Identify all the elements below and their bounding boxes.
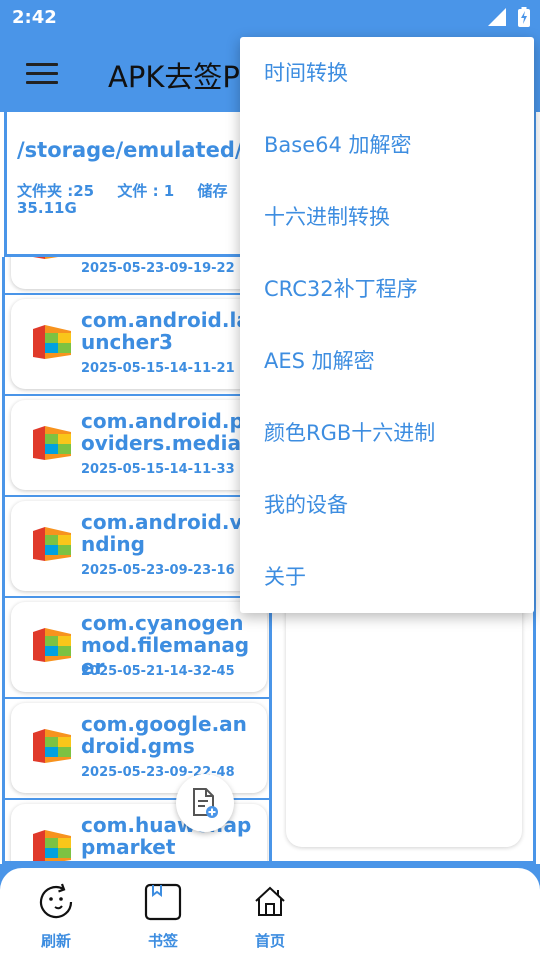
file-counts: 文件夹 :25 文件 : 1 储存: [17, 180, 249, 201]
signal-icon: [488, 8, 506, 26]
file-date: 2025-05-23-09-22-48: [81, 765, 235, 780]
file-date: 2025-05-15-14-11-33: [81, 462, 235, 477]
list-item[interactable]: com.android.launcher3 2025-05-15-14-11-2…: [11, 299, 267, 389]
home-icon: [255, 886, 285, 916]
menu-item-aes[interactable]: AES 加解密: [240, 325, 534, 397]
folder-icon: [33, 426, 71, 460]
list-divider: [5, 293, 269, 295]
file-name: com.android.providers.media: [81, 409, 254, 455]
nav-bookmark[interactable]: 书签: [128, 882, 198, 952]
nav-bookmark-label: 书签: [147, 932, 178, 950]
menu-item-hex-convert[interactable]: 十六进制转换: [240, 181, 534, 253]
file-list[interactable]: 2025-05-23-09-19-22 com.android.launcher…: [2, 257, 272, 864]
folder-icon: [33, 325, 71, 359]
folder-icon: [33, 729, 71, 763]
bottom-nav-panel: 刷新 书签 首页: [0, 868, 540, 960]
menu-item-color-rgb-hex[interactable]: 颜色RGB十六进制: [240, 397, 534, 469]
bookmark-icon: [144, 883, 182, 921]
list-item[interactable]: com.android.vending 2025-05-23-09-23-16: [11, 501, 267, 591]
file-name: com.android.launcher3: [81, 308, 250, 354]
list-divider: [5, 596, 269, 598]
folder-count: 文件夹 :25: [17, 182, 95, 200]
current-path: /storage/emulated/0/: [17, 138, 249, 162]
app-title: APK去签P: [108, 60, 240, 94]
list-divider: [5, 394, 269, 396]
list-item[interactable]: com.android.providers.media 2025-05-15-1…: [11, 400, 267, 490]
file-name: com.android.vending: [81, 510, 257, 556]
storage-label: 储存: [197, 182, 228, 200]
file-name: com.huawei.appmarket: [81, 813, 252, 859]
list-item[interactable]: com.google.android.gms 2025-05-23-09-22-…: [11, 703, 267, 793]
folder-icon: [33, 628, 71, 662]
battery-charging-icon: [518, 7, 530, 27]
list-item[interactable]: com.cyanogenmod.filemanager 2025-05-21-1…: [11, 602, 267, 692]
file-date: 2025-05-23-09-23-16: [81, 563, 235, 578]
nav-refresh-label: 刷新: [40, 932, 71, 950]
folder-icon: [33, 830, 71, 861]
list-item[interactable]: 2025-05-23-09-19-22: [11, 257, 267, 289]
add-document-icon: [193, 788, 218, 818]
refresh-face-icon: [39, 883, 73, 919]
menu-item-time-convert[interactable]: 时间转换: [240, 37, 534, 109]
menu-item-my-device[interactable]: 我的设备: [240, 469, 534, 541]
file-date: 2025-05-21-14-32-45: [81, 664, 235, 679]
new-file-button[interactable]: [176, 774, 234, 832]
folder-icon: [33, 527, 71, 561]
folder-icon: [33, 257, 58, 259]
bottom-nav: 刷新 书签 首页: [0, 864, 540, 960]
list-divider: [5, 697, 269, 699]
file-date: 2025-05-23-09-19-22: [81, 261, 235, 276]
nav-home-label: 首页: [254, 932, 285, 950]
file-count: 文件 : 1: [117, 182, 175, 200]
nav-home[interactable]: 首页: [235, 882, 305, 952]
menu-icon[interactable]: [26, 63, 58, 85]
file-date: 2025-05-15-14-11-21: [81, 361, 235, 376]
overflow-menu: 时间转换 Base64 加解密 十六进制转换 CRC32补丁程序 AES 加解密…: [240, 37, 534, 613]
status-time: 2:42: [12, 7, 57, 28]
menu-item-about[interactable]: 关于: [240, 541, 534, 613]
menu-item-crc32-patch[interactable]: CRC32补丁程序: [240, 253, 534, 325]
storage-value: 35.11G: [17, 199, 77, 217]
status-bar: 2:42: [0, 0, 540, 36]
file-name: com.google.android.gms: [81, 712, 247, 758]
nav-refresh[interactable]: 刷新: [21, 882, 91, 952]
list-divider: [5, 495, 269, 497]
menu-item-base64[interactable]: Base64 加解密: [240, 109, 534, 181]
